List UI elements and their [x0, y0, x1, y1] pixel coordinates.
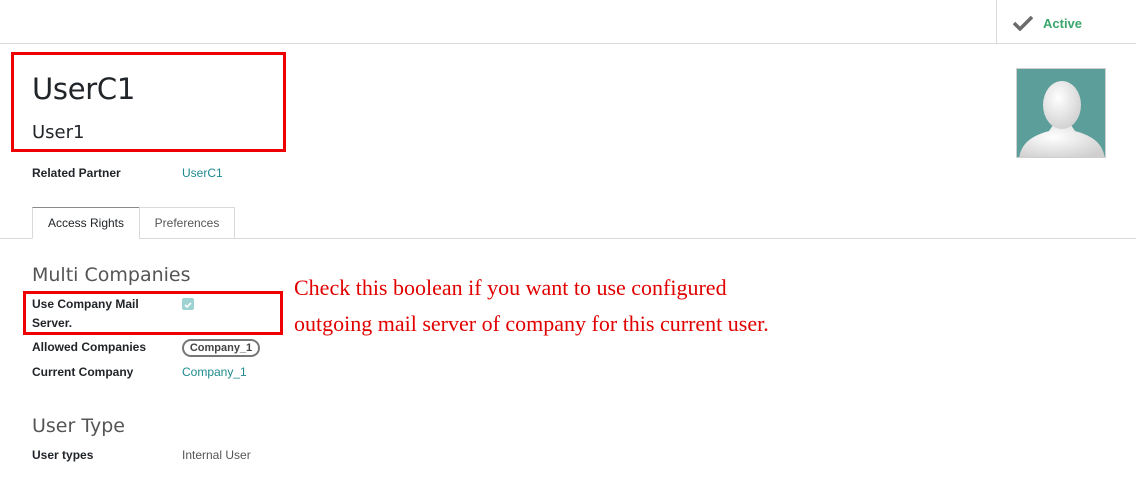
current-company-link[interactable]: Company_1 [182, 365, 247, 379]
tab-preferences[interactable]: Preferences [139, 207, 235, 239]
highlight-box-mail-server [23, 291, 283, 335]
allowed-company-tag[interactable]: Company_1 [182, 339, 260, 357]
section-title-multi-companies: Multi Companies [32, 264, 191, 286]
current-company-label: Current Company [32, 365, 134, 379]
avatar[interactable] [1016, 68, 1106, 158]
related-partner-link[interactable]: UserC1 [182, 166, 223, 180]
related-partner-label: Related Partner [32, 166, 121, 180]
section-title-user-type: User Type [32, 415, 125, 437]
annotation-line1: Check this boolean if you want to use co… [294, 275, 727, 300]
tab-access-rights[interactable]: Access Rights [32, 207, 140, 239]
user-types-value[interactable]: Internal User [182, 448, 251, 462]
status-bar: Active [0, 0, 1136, 44]
user-types-label: User types [32, 448, 94, 462]
annotation-line2: outgoing mail server of company for this… [294, 311, 769, 336]
highlight-box-name [11, 52, 286, 152]
user-silhouette-icon [1019, 81, 1105, 157]
check-icon [1013, 15, 1033, 31]
active-toggle-button[interactable]: Active [996, 0, 1136, 43]
allowed-companies-label: Allowed Companies [32, 340, 147, 354]
active-label: Active [1043, 16, 1083, 31]
